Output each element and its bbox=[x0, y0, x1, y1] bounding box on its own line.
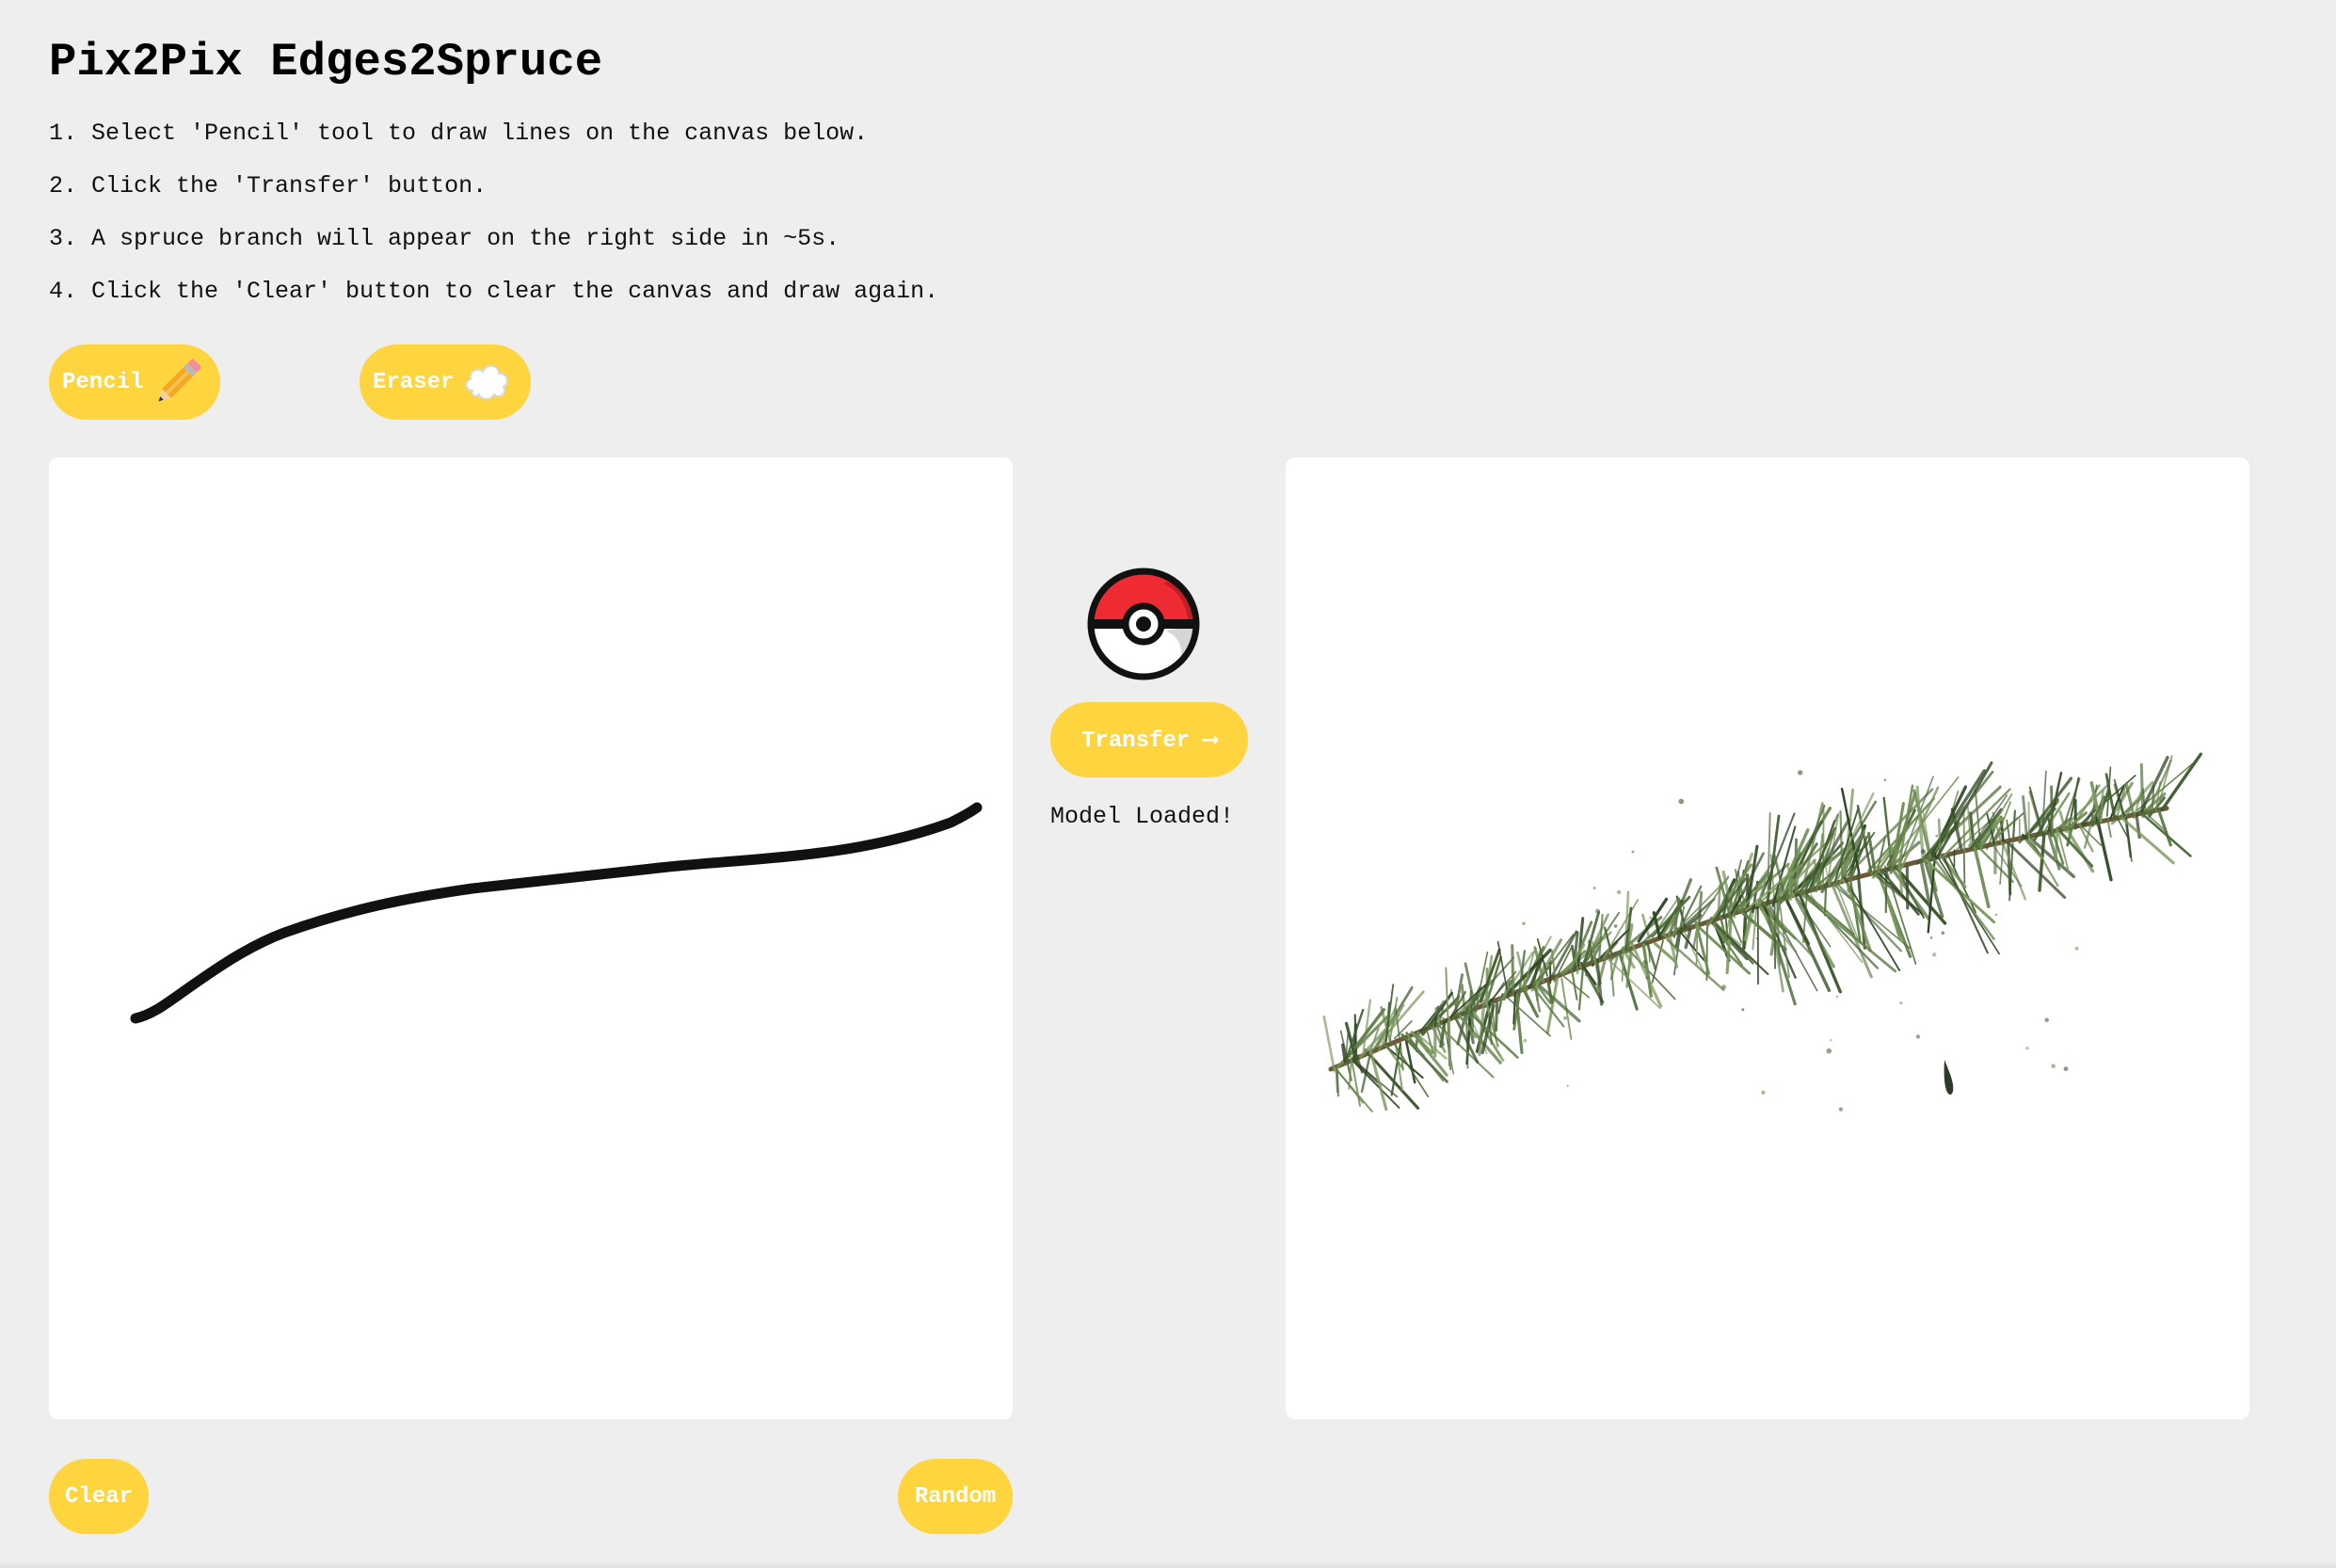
instruction-step: 3. A spruce branch will appear on the ri… bbox=[49, 225, 840, 252]
drawn-stroke bbox=[130, 802, 983, 1024]
pencil-tool-label: Pencil bbox=[62, 369, 144, 395]
instruction-step: 2. Click the 'Transfer' button. bbox=[49, 172, 488, 200]
instructions-list: 1. Select 'Pencil' tool to draw lines on… bbox=[49, 119, 938, 329]
pencil-icon bbox=[149, 353, 207, 411]
drawing-canvas[interactable] bbox=[49, 457, 1013, 1419]
spruce-branch-image bbox=[1322, 752, 2202, 1112]
random-button[interactable]: Random bbox=[898, 1459, 1013, 1534]
pencil-tool-button[interactable]: Pencil bbox=[49, 344, 220, 420]
window-bottom-edge bbox=[0, 1560, 2336, 1568]
eraser-tool-label: Eraser bbox=[373, 369, 455, 395]
pokeball-icon bbox=[1084, 565, 1203, 683]
instruction-step: 1. Select 'Pencil' tool to draw lines on… bbox=[49, 120, 869, 147]
transfer-button[interactable]: Transfer ⟶ bbox=[1050, 702, 1248, 777]
model-status: Model Loaded! bbox=[1050, 803, 1235, 830]
eraser-tool-button[interactable]: Eraser bbox=[360, 344, 531, 420]
instruction-step: 4. Click the 'Clear' button to clear the… bbox=[49, 278, 939, 305]
page-title: Pix2Pix Edges2Spruce bbox=[49, 36, 603, 88]
clear-button[interactable]: Clear bbox=[49, 1459, 149, 1534]
eraser-cloud-icon bbox=[459, 355, 514, 409]
output-canvas bbox=[1286, 457, 2249, 1419]
